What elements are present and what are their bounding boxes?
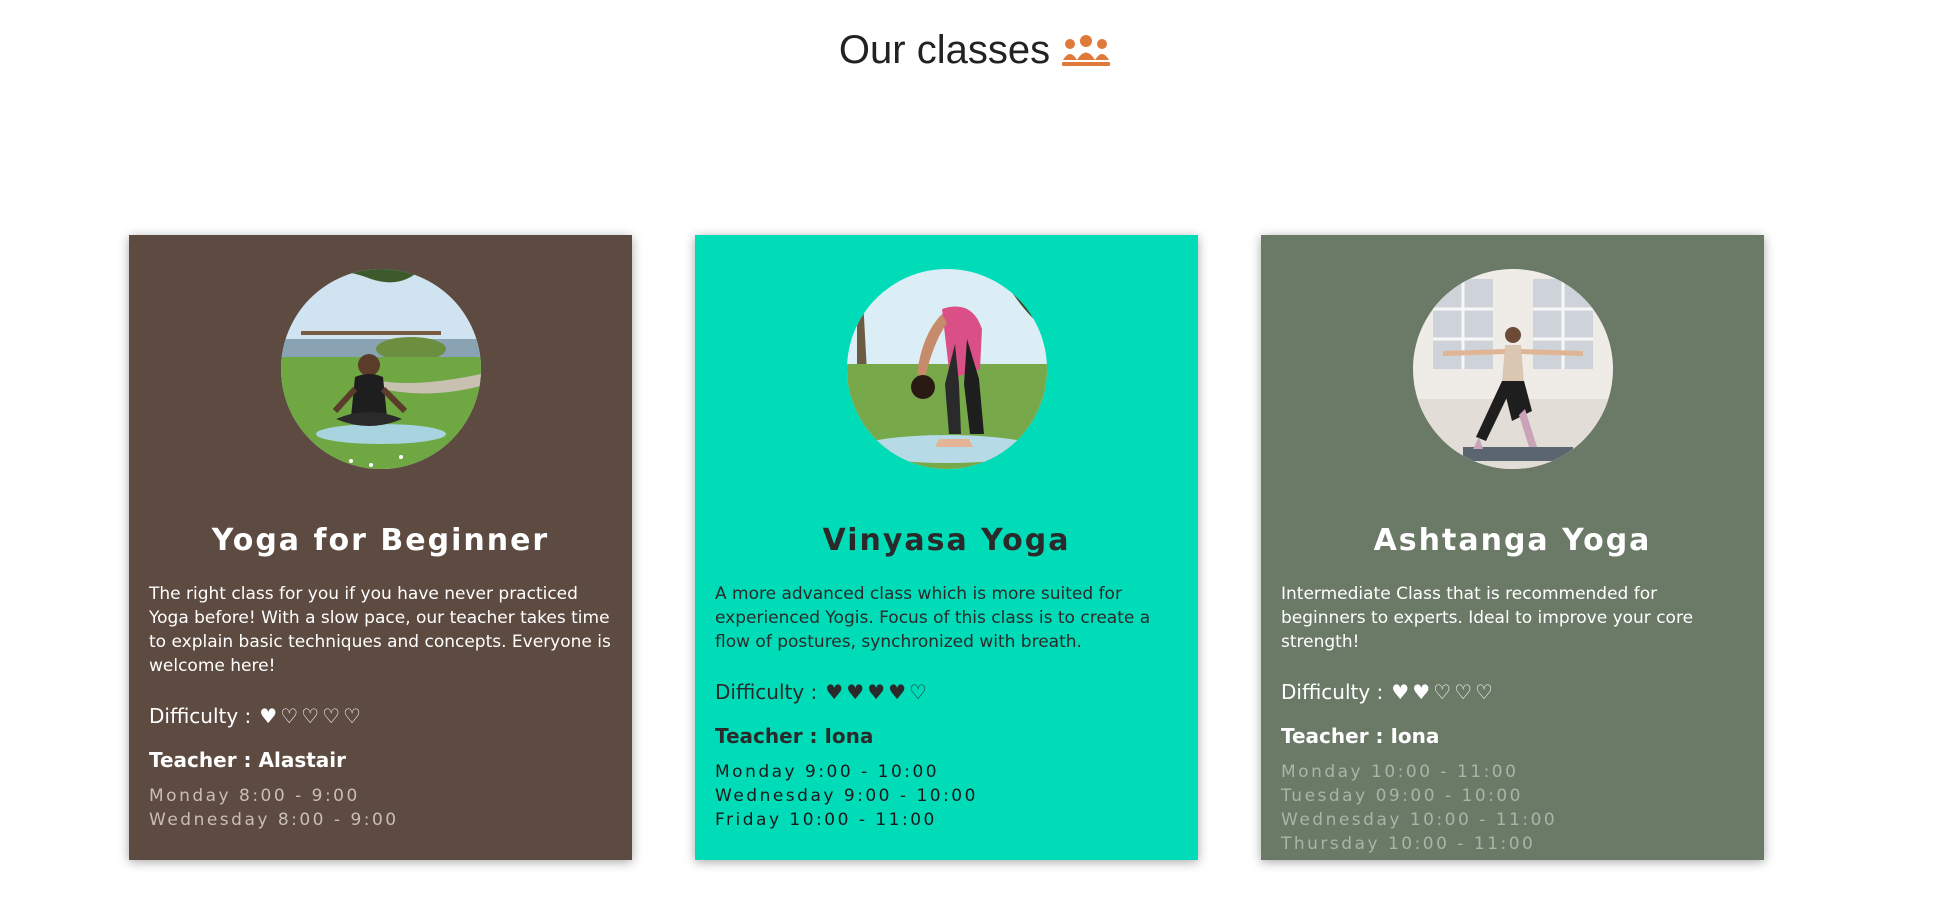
difficulty-rating: Difficulty : ♥ ♡ ♡ ♡ ♡ [149, 704, 612, 728]
heart-filled-icon: ♥ [1391, 680, 1410, 704]
difficulty-rating: Difficulty : ♥ ♥ ♥ ♥ ♡ [715, 680, 1178, 704]
heart-outline-icon: ♡ [1454, 680, 1473, 704]
teacher-name: Teacher : Iona [1281, 724, 1440, 748]
difficulty-label: Difficulty : [1281, 680, 1384, 704]
class-photo [280, 269, 481, 469]
group-people-icon [1060, 32, 1112, 72]
heart-outline-icon: ♡ [1475, 680, 1493, 704]
class-schedule: Monday 9:00 - 10:00 Wednesday 9:00 - 10:0… [715, 760, 1178, 832]
teacher-name: Teacher : Alastair [149, 748, 347, 772]
difficulty-hearts: ♥ ♥ ♥ ♥ ♡ [825, 682, 927, 702]
heart-outline-icon: ♡ [1433, 680, 1452, 704]
heart-filled-icon: ♥ [888, 680, 907, 704]
class-card-ashtanga: Ashtanga Yoga Intermediate Class that is… [1261, 235, 1764, 860]
heart-outline-icon: ♡ [909, 680, 927, 704]
schedule-slot: Monday 8:00 - 9:00 [149, 786, 360, 806]
class-schedule: Monday 10:00 - 11:00 Tuesday 09:00 - 10:0… [1281, 760, 1744, 856]
heart-outline-icon: ♡ [343, 704, 361, 728]
class-photo [846, 269, 1047, 469]
difficulty-label: Difficulty : [149, 704, 252, 728]
schedule-slot: Tuesday 09:00 - 10:00 [1281, 786, 1523, 806]
schedule-slot: Monday 10:00 - 11:00 [1281, 762, 1519, 782]
class-description: Intermediate Class that is recommended f… [1281, 584, 1694, 652]
difficulty-label: Difficulty : [715, 680, 818, 704]
difficulty-hearts: ♥ ♡ ♡ ♡ ♡ [259, 706, 361, 726]
schedule-slot: Wednesday 10:00 - 11:00 [1281, 810, 1558, 830]
class-card-beginner: Yoga for Beginner The right class for yo… [129, 235, 632, 860]
heart-filled-icon: ♥ [1412, 680, 1431, 704]
class-photo [1412, 269, 1613, 469]
section-heading: Our classes [0, 22, 1951, 78]
heart-outline-icon: ♡ [322, 704, 341, 728]
class-schedule: Monday 8:00 - 9:00 Wednesday 8:00 - 9:00 [149, 784, 612, 832]
schedule-slot: Thursday 10:00 - 11:00 [1281, 834, 1536, 854]
difficulty-hearts: ♥ ♥ ♡ ♡ ♡ [1391, 682, 1493, 702]
heart-filled-icon: ♥ [259, 704, 278, 728]
class-description: A more advanced class which is more suit… [715, 584, 1151, 652]
schedule-slot: Monday 9:00 - 10:00 [715, 762, 940, 782]
page-title: Our classes [838, 27, 1051, 72]
schedule-slot: Wednesday 9:00 - 10:00 [715, 786, 978, 806]
schedule-slot: Friday 10:00 - 11:00 [715, 810, 937, 830]
difficulty-rating: Difficulty : ♥ ♥ ♡ ♡ ♡ [1281, 680, 1744, 704]
teacher-name: Teacher : Iona [715, 724, 874, 748]
class-title: Ashtanga Yoga [1373, 523, 1652, 558]
heart-outline-icon: ♡ [280, 704, 299, 728]
heart-filled-icon: ♥ [867, 680, 886, 704]
schedule-slot: Wednesday 8:00 - 9:00 [149, 810, 399, 830]
heart-filled-icon: ♥ [825, 680, 844, 704]
heart-outline-icon: ♡ [301, 704, 320, 728]
heart-filled-icon: ♥ [846, 680, 865, 704]
class-title: Vinyasa Yoga [822, 523, 1071, 558]
class-description: The right class for you if you have neve… [149, 584, 611, 676]
class-title: Yoga for Beginner [211, 523, 550, 558]
class-card-vinyasa: Vinyasa Yoga A more advanced class which… [695, 235, 1198, 860]
